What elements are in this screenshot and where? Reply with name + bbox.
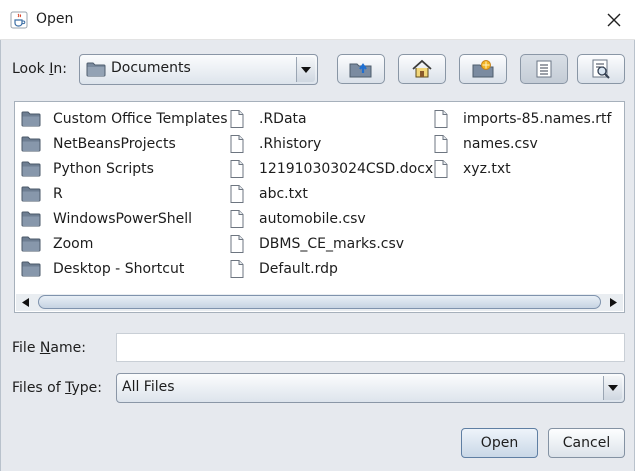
files-of-type-dropdown-button[interactable] [603,376,622,400]
window-border-left [0,40,1,471]
window-title: Open [36,11,74,27]
document-icon [230,234,244,253]
item-name: Python Scripts [53,160,154,177]
cancel-button[interactable]: Cancel [548,428,625,458]
document-icon [230,159,244,178]
item-name: names.csv [463,135,538,152]
file-item[interactable]: Default.rdp [227,256,433,281]
folder-icon [86,62,106,77]
item-name: automobile.csv [259,210,366,227]
file-column-3: imports-85.names.rtf names.csv xyz.txt [431,106,611,181]
files-of-type-value: All Files [122,379,175,395]
files-of-type-combo[interactable]: All Files [116,373,625,403]
folder-icon [21,161,41,176]
folder-icon [21,186,41,201]
folder-icon [21,136,41,151]
document-icon [230,109,244,128]
file-list[interactable]: Custom Office Templates NetBeansProjects P… [14,101,625,313]
file-item[interactable]: .Rhistory [227,131,433,156]
item-name: WindowsPowerShell [53,210,192,227]
look-in-label: Look In: [12,61,67,77]
home-icon [412,59,432,78]
file-item[interactable]: names.csv [431,131,611,156]
item-name: Desktop - Shortcut [53,260,185,277]
file-column-1: Custom Office Templates NetBeansProjects P… [21,106,228,281]
look-in-value: Documents [111,60,191,76]
item-name: xyz.txt [463,160,511,177]
item-name: Custom Office Templates [53,110,228,127]
item-name: imports-85.names.rtf [463,110,612,127]
look-in-dropdown-button[interactable] [296,57,315,82]
file-item[interactable]: automobile.csv [227,206,433,231]
item-name: 121910303024CSD.docx [259,160,434,177]
title-bar: Open [0,0,635,40]
file-item[interactable]: xyz.txt [431,156,611,181]
document-icon [230,259,244,278]
folder-icon [21,236,41,251]
home-button[interactable] [398,54,446,84]
look-in-combo[interactable]: Documents [79,54,318,85]
document-icon [230,184,244,203]
item-name: DBMS_CE_marks.csv [259,235,405,252]
create-new-folder-button[interactable] [459,54,507,84]
file-item[interactable]: imports-85.names.rtf [431,106,611,131]
folder-up-icon [349,63,372,78]
item-name: R [53,185,63,202]
file-column-2: .RData .Rhistory 121910303024CSD.docx abc.t… [227,106,433,281]
scroll-left-arrow-icon[interactable] [21,298,30,307]
files-of-type-label: Files of Type: [12,380,103,396]
up-one-level-button[interactable] [337,54,385,84]
close-icon[interactable] [603,9,625,31]
file-name-label: File Name: [12,340,86,356]
folder-item[interactable]: Zoom [21,231,228,256]
chevron-down-icon [301,66,311,73]
details-view-button[interactable] [577,54,625,84]
folder-item[interactable]: Python Scripts [21,156,228,181]
folder-item[interactable]: Desktop - Shortcut [21,256,228,281]
item-name: .RData [259,110,307,127]
document-icon [434,159,448,178]
folder-item[interactable]: NetBeansProjects [21,131,228,156]
folder-icon [21,211,41,226]
item-name: NetBeansProjects [53,135,176,152]
list-view-button[interactable] [520,54,568,84]
new-folder-icon [472,60,494,78]
folder-item[interactable]: WindowsPowerShell [21,206,228,231]
file-item[interactable]: DBMS_CE_marks.csv [227,231,433,256]
file-item[interactable]: 121910303024CSD.docx [227,156,433,181]
item-name: abc.txt [259,185,308,202]
folder-icon [21,261,41,276]
document-icon [230,209,244,228]
scrollbar-thumb[interactable] [38,295,601,309]
document-icon [434,109,448,128]
item-name: Zoom [53,235,94,252]
file-name-input[interactable] [116,333,625,362]
item-name: Default.rdp [259,260,338,277]
document-icon [434,134,448,153]
file-item[interactable]: .RData [227,106,433,131]
folder-item[interactable]: R [21,181,228,206]
file-item[interactable]: abc.txt [227,181,433,206]
java-cup-icon [10,11,28,29]
list-view-icon [536,60,552,78]
folder-icon [21,111,41,126]
horizontal-scrollbar[interactable] [16,294,623,311]
chevron-down-icon [608,385,618,391]
item-name: .Rhistory [259,135,322,152]
details-view-icon [592,59,610,79]
document-icon [230,134,244,153]
open-button[interactable]: Open [461,428,538,458]
scroll-right-arrow-icon[interactable] [609,298,618,307]
folder-item[interactable]: Custom Office Templates [21,106,228,131]
